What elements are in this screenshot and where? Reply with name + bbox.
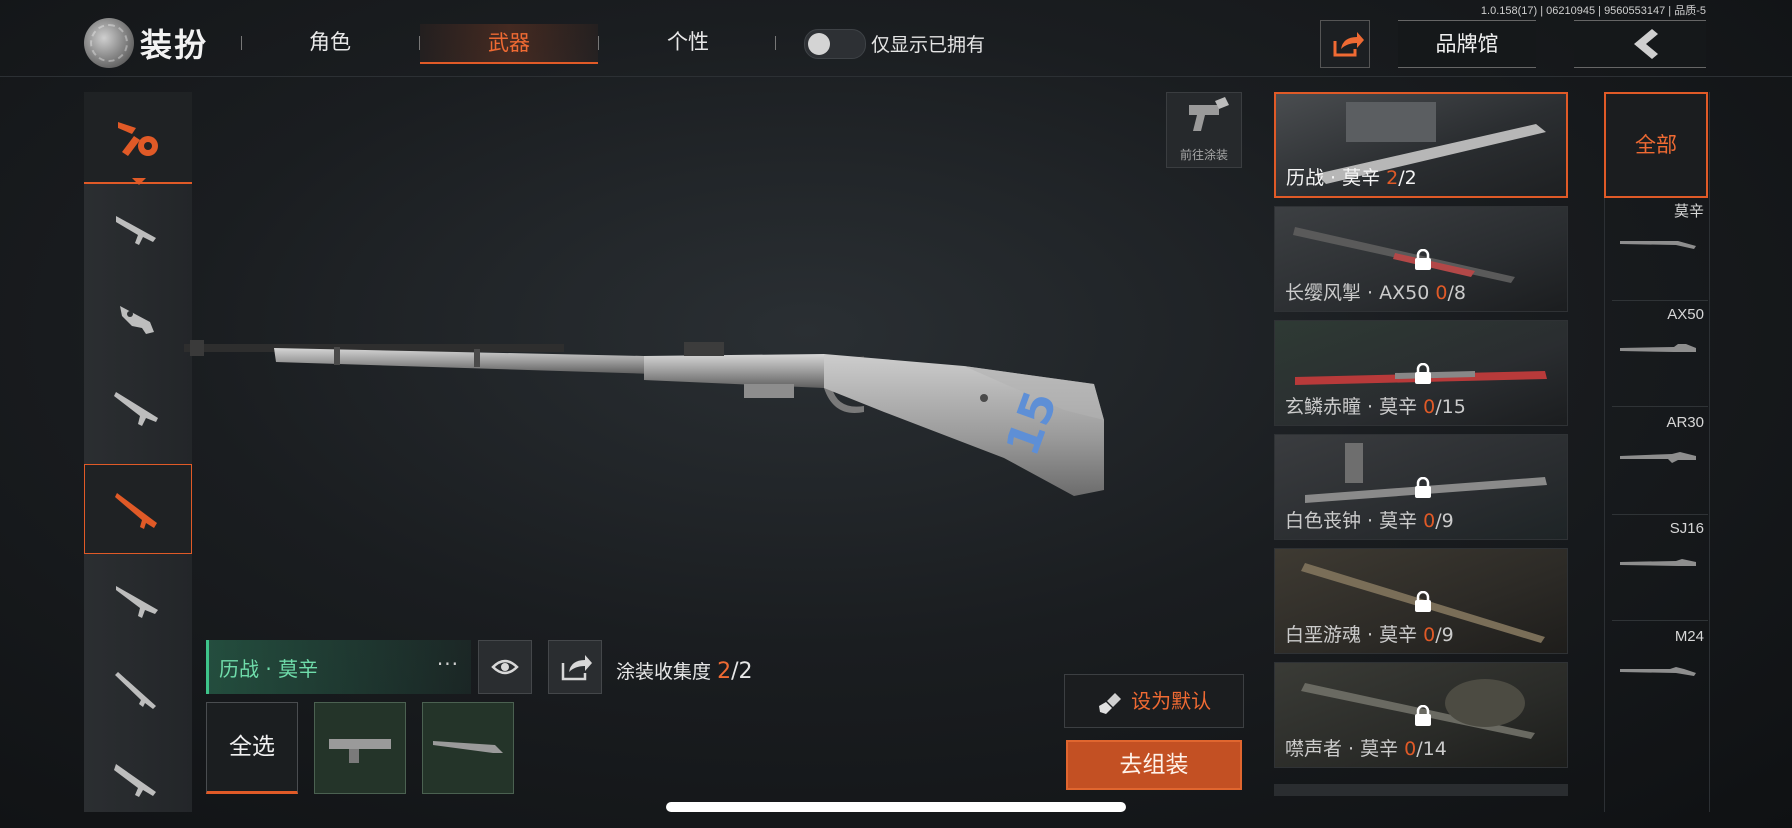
paint-gun-icon [1189, 97, 1229, 131]
owned-only-label: 仅显示已拥有 [871, 34, 986, 56]
lmg-icon [114, 392, 158, 426]
filter-label: AX50 [1667, 306, 1704, 323]
toggle-knob [808, 33, 830, 55]
more-options-button[interactable]: ··· [437, 652, 459, 676]
lock-icon [1415, 363, 1431, 384]
set-default-button[interactable]: 设为默认 [1064, 674, 1244, 728]
part-slot-barrel[interactable] [422, 702, 514, 794]
globe-logo-icon [84, 18, 134, 68]
skin-item[interactable]: 历战 · 莫辛 2/2 [1274, 92, 1568, 198]
brand-hall-button[interactable]: 品牌馆 [1398, 20, 1536, 68]
share-skin-button[interactable] [548, 640, 602, 694]
skin-label: 白垩游魂 · 莫辛 0/9 [1285, 624, 1454, 646]
weapon-category-sidebar [84, 92, 192, 812]
skin-item[interactable]: 白垩游魂 · 莫辛 0/9 [1274, 548, 1568, 654]
category-assault-rifle[interactable] [84, 182, 192, 272]
brush-icon [1098, 692, 1121, 714]
carbine-icon [114, 764, 156, 797]
skin-item[interactable]: 长缨风掣 · AX50 0/8 [1274, 206, 1568, 312]
shotgun-icon [115, 672, 156, 709]
rifle-icon [1620, 452, 1696, 463]
filter-sj16[interactable]: SJ16 [1612, 520, 1708, 621]
lock-icon [1415, 705, 1431, 726]
divider [598, 36, 599, 50]
skin-item[interactable]: 白色丧钟 · 莫辛 0/9 [1274, 434, 1568, 540]
lock-icon [1415, 249, 1431, 270]
part-slot-receiver[interactable] [314, 702, 406, 794]
tab-weapon[interactable]: 武器 [420, 24, 598, 64]
skin-label: 玄鳞赤瞳 · 莫辛 0/15 [1285, 396, 1466, 418]
skin-label: 长缨风掣 · AX50 0/8 [1285, 282, 1466, 304]
rifle-icon [1620, 667, 1696, 676]
sniper-rifle-icon [115, 493, 157, 529]
tab-weapon-label: 武器 [488, 31, 530, 55]
rifle-icon [1620, 559, 1696, 566]
owned-only-toggle[interactable] [804, 29, 866, 59]
collection-current: 2 [717, 659, 732, 684]
skin-item-partial[interactable] [1274, 784, 1568, 796]
marksman-rifle-icon [116, 586, 158, 618]
rifle-part-icon [329, 739, 391, 763]
rifle-icon [1620, 344, 1696, 352]
skin-item[interactable]: 玄鳞赤瞳 · 莫辛 0/15 [1274, 320, 1568, 426]
category-marksman-rifle[interactable] [84, 554, 192, 644]
go-assemble-button[interactable]: 去组装 [1066, 740, 1242, 790]
back-arrow-icon [1634, 29, 1658, 59]
tab-character[interactable]: 角色 [270, 26, 390, 56]
skin-item[interactable]: 噤声者 · 莫辛 0/14 [1274, 662, 1568, 768]
tab-personality[interactable]: 个性 [628, 26, 748, 56]
divider [241, 36, 242, 50]
skin-label: 历战 · 莫辛 2/2 [1286, 167, 1417, 189]
select-all-button[interactable]: 全选 [206, 702, 298, 794]
lock-icon [1415, 477, 1431, 498]
share-icon [561, 655, 592, 681]
share-icon [1333, 32, 1364, 57]
header-divider [0, 76, 1792, 77]
category-lmg[interactable] [84, 362, 192, 452]
category-shotgun[interactable] [84, 644, 192, 734]
rifle-icon [1620, 241, 1696, 249]
version-info: 1.0.158(17) | 06210945 | 9560553147 | 品质… [1480, 5, 1706, 17]
filter-mosin[interactable]: 莫辛 [1612, 200, 1708, 301]
smg-icon [120, 306, 154, 334]
filter-m24[interactable]: M24 [1612, 628, 1708, 728]
assault-rifle-icon [116, 216, 156, 245]
category-smg[interactable] [84, 272, 192, 362]
category-sniper-rifle[interactable] [84, 464, 192, 554]
divider [775, 36, 776, 50]
filter-ax50[interactable]: AX50 [1612, 306, 1708, 407]
back-button[interactable] [1574, 20, 1706, 68]
collection-label: 涂装收集度 [616, 661, 712, 683]
filter-label: M24 [1674, 628, 1704, 645]
lock-icon [1415, 591, 1431, 612]
filter-label: SJ16 [1669, 520, 1704, 537]
filter-label: AR30 [1666, 414, 1704, 431]
goto-paint-button[interactable]: 前往涂装 [1166, 92, 1242, 168]
collection-total: /2 [731, 659, 753, 684]
rifle-part-icon [433, 741, 503, 753]
category-all-weapons[interactable] [84, 92, 192, 185]
filter-all-button[interactable]: 全部 [1604, 92, 1708, 198]
filter-label: 莫辛 [1673, 203, 1704, 220]
eye-icon [491, 659, 519, 675]
collection-progress: 涂装收集度 2/2 [616, 657, 752, 684]
goto-paint-label: 前往涂装 [1179, 148, 1228, 162]
rifle-preview[interactable]: 15 [184, 340, 1274, 530]
skin-label: 白色丧钟 · 莫辛 0/9 [1285, 510, 1454, 532]
category-carbine[interactable] [84, 734, 192, 824]
filter-ar30[interactable]: AR30 [1612, 414, 1708, 515]
preview-button[interactable] [478, 640, 532, 694]
share-button[interactable] [1320, 20, 1370, 68]
home-indicator[interactable] [666, 802, 1126, 812]
page-title: 装扮 [140, 26, 209, 64]
weapon-parts-icon [118, 122, 158, 156]
set-default-label: 设为默认 [1131, 689, 1212, 713]
skin-label: 噤声者 · 莫辛 0/14 [1285, 738, 1447, 760]
current-skin-name: 历战 · 莫辛 [219, 657, 319, 681]
current-skin-box: 历战 · 莫辛 ··· [206, 640, 471, 694]
